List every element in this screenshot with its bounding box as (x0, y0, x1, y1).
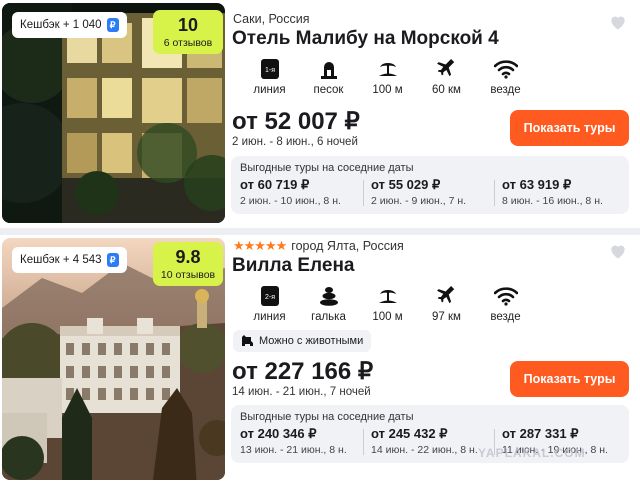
airplane-icon (417, 58, 476, 80)
reviews-count: 10 отзывов (160, 269, 216, 281)
divider (363, 429, 364, 455)
favorite-heart-icon[interactable] (608, 241, 628, 261)
nearby-price: от 55 029 ₽ (371, 177, 441, 192)
nearby-dates: 8 июн. - 16 июн., 8 н. (502, 195, 603, 207)
amenity-label: галька (311, 311, 346, 323)
nearby-price: от 63 919 ₽ (502, 177, 572, 192)
amenity-label: линия (253, 311, 286, 323)
beach-line-badge-icon: 1-я (240, 58, 299, 80)
cashback-icon: ₽ (106, 18, 119, 32)
cashback-label: Кешбэк + 4 543 (20, 254, 102, 266)
nearby-offer[interactable]: от 63 919 ₽ 8 июн. - 16 июн., 8 н. (502, 177, 630, 207)
location-text: город Ялта, Россия (291, 239, 404, 253)
trip-dates: 14 июн. - 21 июн., 7 ночей (232, 386, 371, 398)
nearby-dates: 13 июн. - 21 июн., 8 н. (240, 444, 347, 456)
wifi-icon (476, 285, 535, 307)
amenity-label: песок (313, 84, 344, 96)
amenity-label: линия (253, 84, 286, 96)
nearby-offer[interactable]: от 240 346 ₽ 13 июн. - 21 июн., 8 н. (240, 426, 368, 456)
amenity-beach-line: 2-я линия (240, 285, 299, 323)
cashback-icon: ₽ (106, 253, 119, 267)
reviews-count: 6 отзывов (163, 37, 213, 49)
amenity-distance-beach: 100 м (358, 285, 417, 323)
hotel-card[interactable]: Кешбэк + 1 040 ₽ 10 6 отзывов Саки, Росс… (0, 0, 640, 228)
pets-allowed-badge: Можно с животными (233, 330, 372, 352)
nearby-price: от 60 719 ₽ (240, 177, 310, 192)
island-icon (358, 285, 417, 307)
airplane-icon (417, 285, 476, 307)
amenity-distance-beach: 100 м (358, 58, 417, 96)
amenity-label: везде (490, 311, 521, 323)
amenity-label: 100 м (372, 311, 403, 323)
nearby-price: от 240 346 ₽ (240, 426, 317, 441)
svg-text:1-я: 1-я (264, 67, 274, 74)
rating-score: 10 (177, 15, 199, 35)
island-icon (358, 58, 417, 80)
nearby-title: Выгодные туры на соседние даты (240, 162, 414, 174)
amenity-airport: 60 км (417, 58, 476, 96)
hotel-location: Саки, Россия (233, 12, 310, 26)
pets-label: Можно с животными (259, 335, 364, 347)
divider (494, 180, 495, 206)
show-tours-button[interactable]: Показать туры (510, 110, 629, 146)
nearby-offer[interactable]: от 55 029 ₽ 2 июн. - 9 июн., 7 н. (371, 177, 499, 207)
rating-badge: 10 6 отзывов (153, 10, 223, 54)
watermark: YAPLAKAL.COM (478, 446, 586, 460)
price: от 52 007 ₽ (232, 108, 360, 135)
svg-text:2-я: 2-я (264, 294, 274, 301)
amenity-label: 97 км (432, 311, 461, 323)
rating-score: 9.8 (175, 247, 201, 267)
hotel-photo[interactable]: Кешбэк + 4 543 ₽ 9.8 10 отзывов (2, 238, 225, 480)
hotel-location: ★★★★★ город Ялта, Россия (233, 238, 404, 254)
nearby-dates: 2 июн. - 9 июн., 7 н. (371, 195, 467, 207)
hotel-title[interactable]: Отель Малибу на Морской 4 (232, 28, 499, 50)
amenities-list: 1-я линия песок 100 м 60 км везде (240, 58, 535, 96)
amenity-airport: 97 км (417, 285, 476, 323)
nearby-title: Выгодные туры на соседние даты (240, 411, 414, 423)
amenity-wifi: везде (476, 58, 535, 96)
hotel-title[interactable]: Вилла Елена (232, 255, 355, 277)
sand-icon (299, 58, 358, 80)
location-text: Саки, Россия (233, 12, 310, 26)
stars-rating-icon: ★★★★★ (233, 238, 287, 253)
amenity-wifi: везде (476, 285, 535, 323)
amenity-pebble: галька (299, 285, 358, 323)
beach-line-badge-icon: 2-я (240, 285, 299, 307)
pet-icon (242, 335, 253, 346)
amenity-label: 60 км (432, 84, 461, 96)
amenity-label: везде (490, 84, 521, 96)
trip-dates: 2 июн. - 8 июн., 6 ночей (232, 136, 358, 148)
pebble-icon (299, 285, 358, 307)
amenity-beach-line: 1-я линия (240, 58, 299, 96)
cashback-label: Кешбэк + 1 040 (20, 19, 102, 31)
amenity-label: 100 м (372, 84, 403, 96)
wifi-icon (476, 58, 535, 80)
nearby-price: от 287 331 ₽ (502, 426, 579, 441)
hotel-photo[interactable]: Кешбэк + 1 040 ₽ 10 6 отзывов (2, 3, 225, 223)
nearby-offer[interactable]: от 60 719 ₽ 2 июн. - 10 июн., 8 н. (240, 177, 368, 207)
cashback-badge: Кешбэк + 4 543 ₽ (12, 247, 127, 273)
cashback-badge: Кешбэк + 1 040 ₽ (12, 12, 127, 38)
rating-badge: 9.8 10 отзывов (153, 242, 223, 286)
show-tours-button[interactable]: Показать туры (510, 361, 629, 397)
nearby-dates-panel: Выгодные туры на соседние даты от 60 719… (231, 156, 629, 214)
amenities-list: 2-я линия галька 100 м 97 км везде (240, 285, 535, 323)
favorite-heart-icon[interactable] (608, 12, 628, 32)
nearby-dates: 2 июн. - 10 июн., 8 н. (240, 195, 341, 207)
nearby-price: от 245 432 ₽ (371, 426, 448, 441)
amenity-sand: песок (299, 58, 358, 96)
price: от 227 166 ₽ (232, 358, 374, 385)
divider (363, 180, 364, 206)
